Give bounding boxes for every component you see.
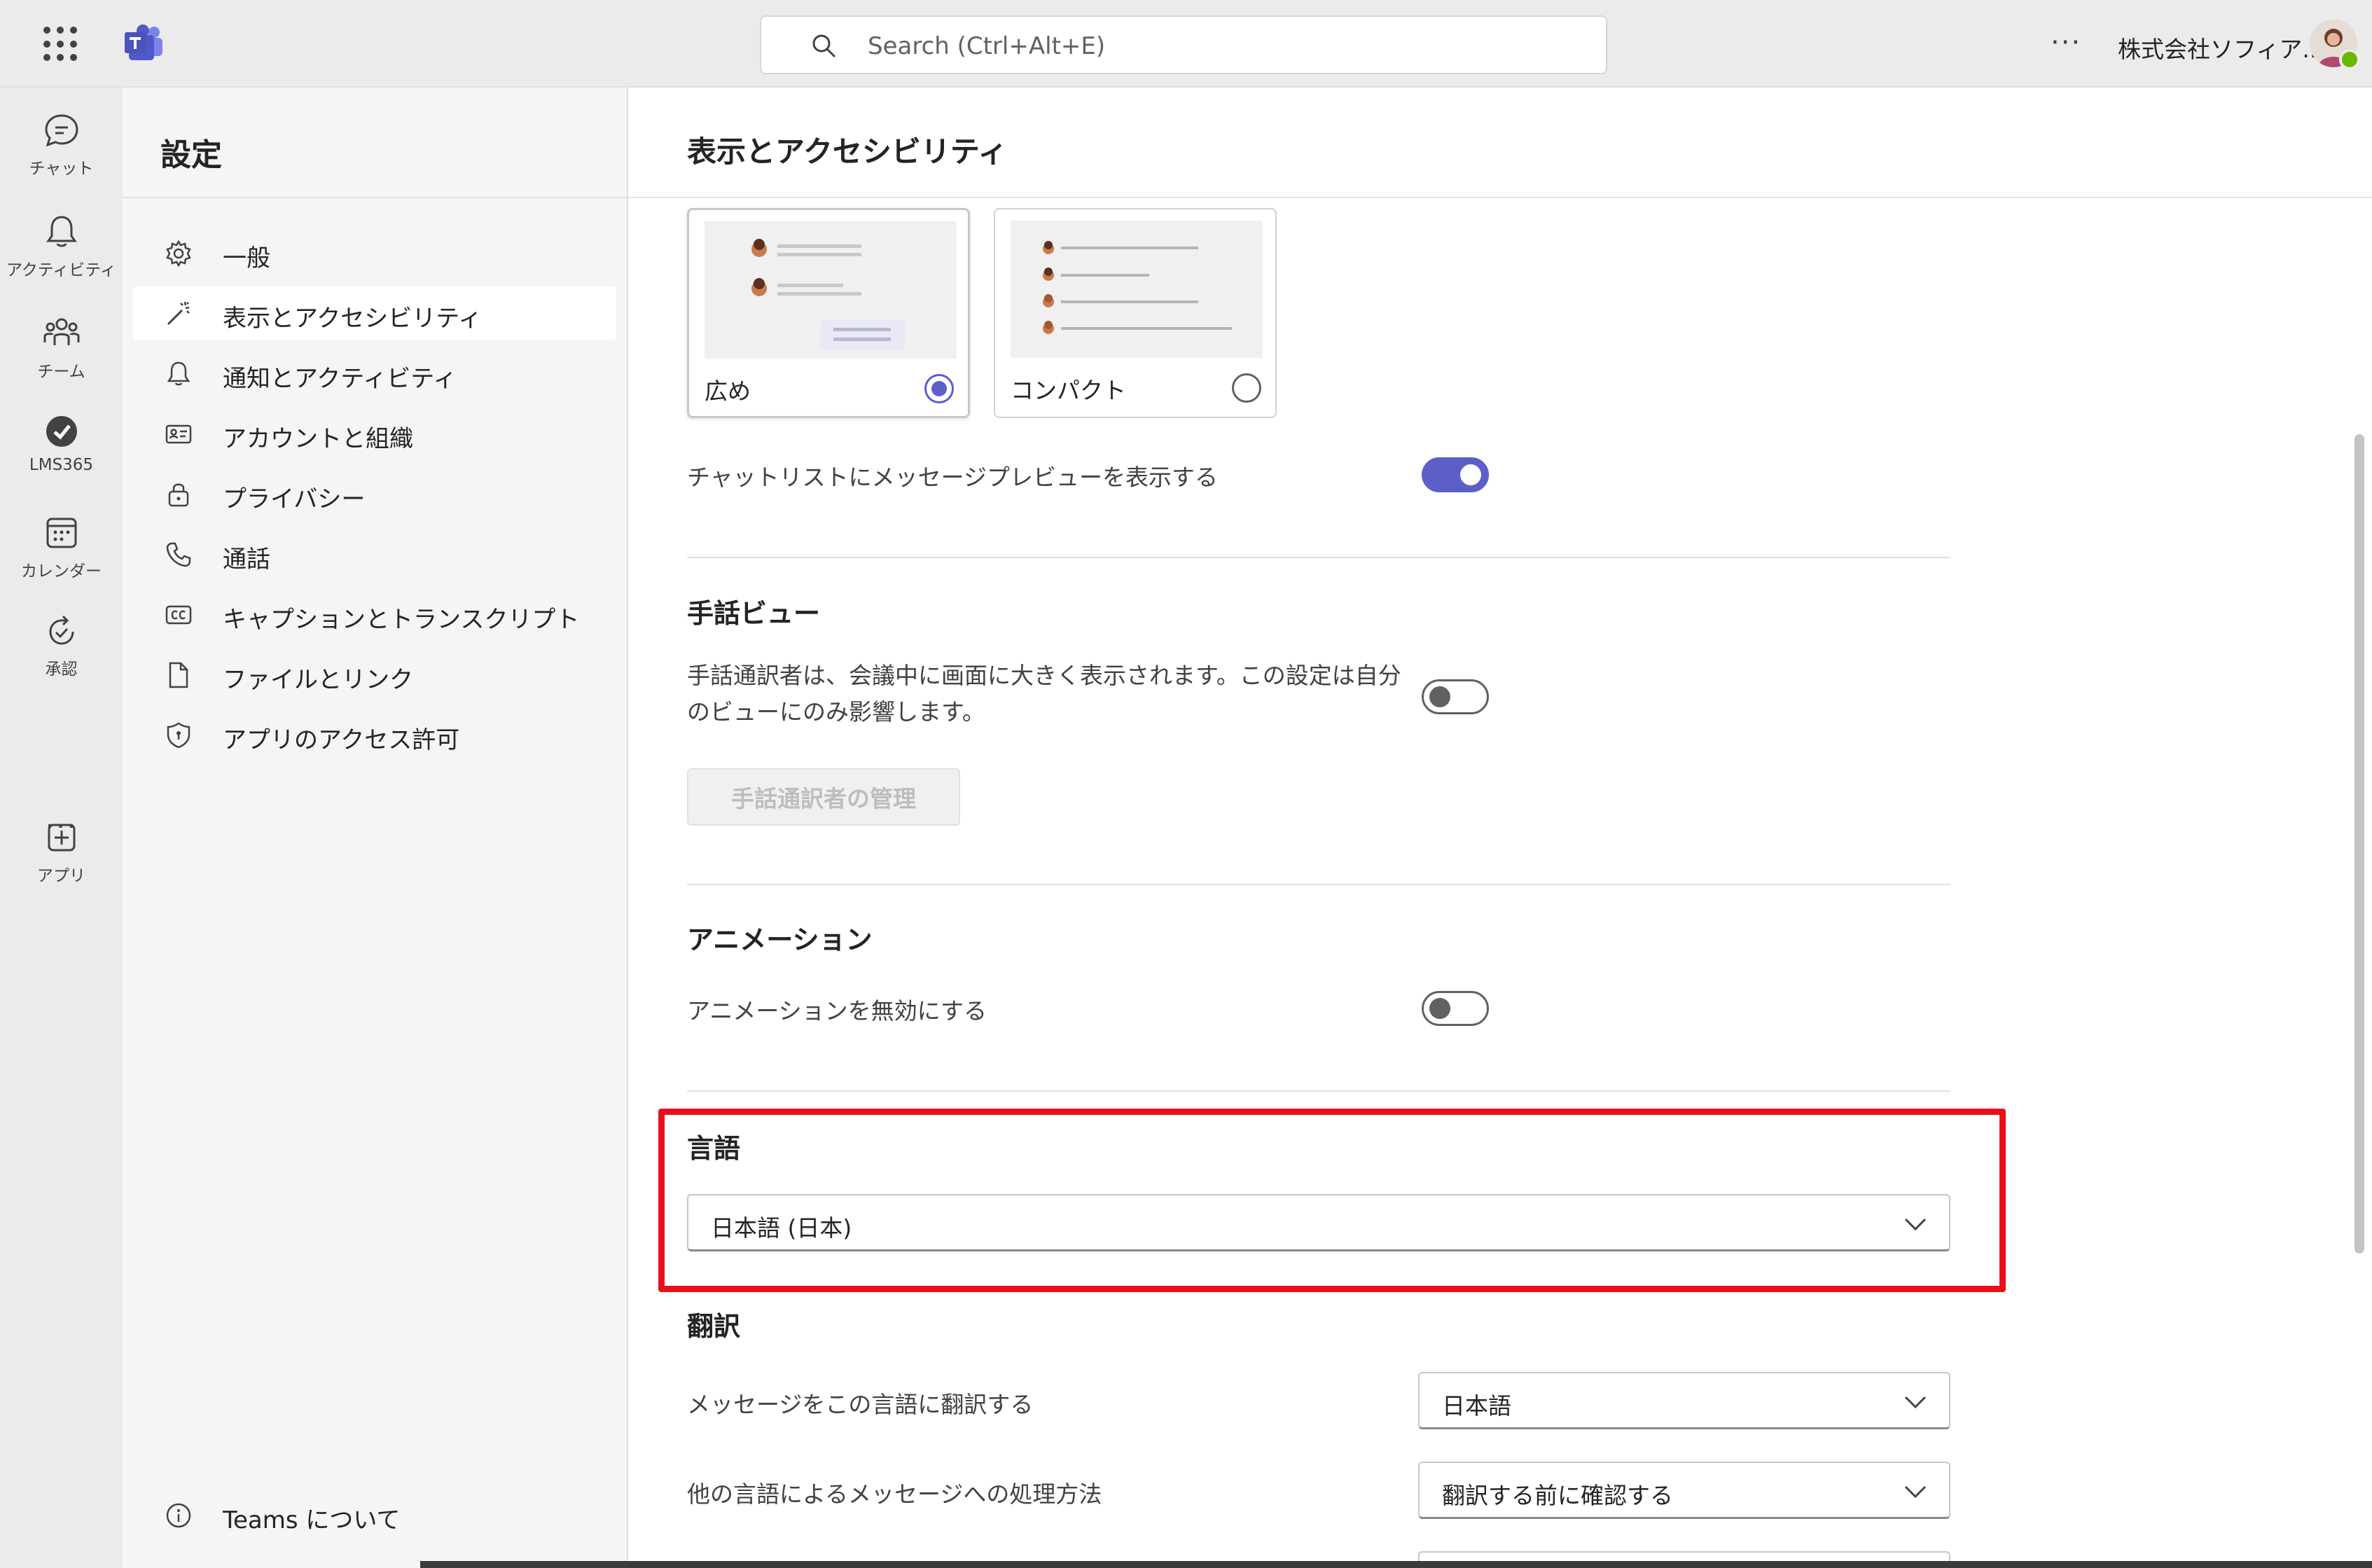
settings-content: 表示とアクセシビリティ 広め コンパクト チャットリストにメッセージプレビューを… xyxy=(628,88,2372,1568)
nav-item-privacy[interactable]: プライバシー xyxy=(133,467,616,520)
rail-label: アクティビティ xyxy=(6,261,117,279)
nav-item-files[interactable]: ファイルとリンク xyxy=(133,648,616,701)
app-rail: チャット アクティビティ チーム LMS365 カレンダー 承認 ··· アプリ xyxy=(0,88,123,1568)
chevron-down-icon xyxy=(1904,1485,1927,1499)
translation-heading: 翻訳 xyxy=(687,1311,741,1342)
sign-language-toggle[interactable] xyxy=(1422,679,1489,714)
divider xyxy=(687,884,1950,885)
sign-language-heading: 手話ビュー xyxy=(687,598,821,629)
highlight-frame xyxy=(658,1109,2006,1292)
teams-icon xyxy=(43,318,79,345)
nav-item-notifications[interactable]: 通知とアクティビティ xyxy=(133,347,616,400)
page-title: 表示とアクセシビリティ xyxy=(687,134,1008,169)
rail-item-chat[interactable]: チャット xyxy=(0,95,123,186)
nav-item-general[interactable]: 一般 xyxy=(133,226,616,279)
about-teams-label: Teams について xyxy=(223,1506,401,1534)
sign-language-description: 手話通訳者は、会議中に画面に大きく表示されます。この設定は自分のビューにのみ影響… xyxy=(687,662,1401,726)
density-option-roomy[interactable]: 広め xyxy=(687,208,970,418)
rail-label: 承認 xyxy=(45,660,78,679)
magic-wand-icon xyxy=(167,301,190,326)
calendar-icon xyxy=(46,518,76,548)
bell-icon xyxy=(167,361,190,386)
bell-icon xyxy=(46,216,77,247)
rail-item-apps[interactable]: アプリ xyxy=(0,802,123,893)
nav-item-label: アプリのアクセス許可 xyxy=(223,726,460,754)
cc-icon xyxy=(165,605,192,625)
rail-item-activity[interactable]: アクティビティ xyxy=(0,196,123,287)
divider xyxy=(687,557,1950,558)
nav-item-label: 通話 xyxy=(223,546,270,574)
rail-item-lms365[interactable]: LMS365 xyxy=(0,396,123,487)
manage-interpreters-button[interactable]: 手話通訳者の管理 xyxy=(687,768,960,826)
about-teams-link[interactable]: Teams について xyxy=(133,1488,616,1541)
rail-label: アプリ xyxy=(37,867,85,885)
nav-item-app-permissions[interactable]: アプリのアクセス許可 xyxy=(133,708,616,761)
nav-item-display-accessibility[interactable]: 表示とアクセシビリティ xyxy=(133,286,616,340)
message-handling-label: 他の言語によるメッセージへの処理方法 xyxy=(687,1480,1102,1508)
nav-item-label: ファイルとリンク xyxy=(223,666,413,694)
search-icon xyxy=(812,34,836,58)
nav-item-label: 表示とアクセシビリティ xyxy=(223,305,483,333)
density-option-label: コンパクト xyxy=(1011,377,1126,404)
nav-item-label: アカウントと組織 xyxy=(223,425,413,453)
lock-icon xyxy=(168,483,189,507)
translate-language-label: メッセージをこの言語に翻訳する xyxy=(687,1391,1034,1418)
translate-language-dropdown[interactable]: 日本語 xyxy=(1418,1372,1950,1429)
top-bar: ··· 株式会社ソフィア... xyxy=(0,0,2372,88)
message-handling-dropdown[interactable]: 翻訳する前に確認する xyxy=(1418,1462,1950,1519)
rail-item-calendar[interactable]: カレンダー xyxy=(0,497,123,588)
teams-logo-icon xyxy=(125,25,162,60)
divider xyxy=(123,197,628,198)
rail-label: LMS365 xyxy=(29,456,94,474)
nav-item-label: プライバシー xyxy=(223,485,366,513)
shield-icon xyxy=(167,722,190,749)
settings-nav: 設定 一般 表示とアクセシビリティ 通知とアクティビティ アカウントと組織 プラ… xyxy=(123,88,628,1568)
nav-item-accounts[interactable]: アカウントと組織 xyxy=(133,407,616,460)
radio-selected-icon[interactable] xyxy=(924,374,954,403)
rail-label: カレンダー xyxy=(21,562,102,581)
presence-available-icon xyxy=(2339,49,2360,70)
message-handling-value: 翻訳する前に確認する xyxy=(1442,1482,1673,1509)
file-icon xyxy=(169,662,188,688)
contact-card-icon xyxy=(165,424,192,444)
chevron-down-icon xyxy=(1904,1396,1927,1409)
bottom-strip xyxy=(420,1561,2372,1568)
chat-preview-toggle[interactable] xyxy=(1422,457,1489,492)
animation-label: アニメーションを無効にする xyxy=(687,997,987,1025)
animation-toggle[interactable] xyxy=(1422,991,1489,1026)
search-input[interactable] xyxy=(868,28,1568,64)
roomy-preview-image xyxy=(705,221,957,359)
nav-item-label: 通知とアクティビティ xyxy=(223,365,457,393)
settings-title: 設定 xyxy=(160,137,222,173)
nav-item-label: キャプションとトランスクリプト xyxy=(223,606,580,634)
approvals-icon xyxy=(48,615,74,645)
nav-item-label: 一般 xyxy=(223,244,270,272)
chat-icon xyxy=(44,114,78,147)
rail-label: チャット xyxy=(29,160,94,178)
compact-preview-image xyxy=(1011,221,1263,358)
animation-heading: アニメーション xyxy=(687,924,873,955)
phone-icon xyxy=(166,542,191,567)
add-app-icon xyxy=(48,824,75,852)
info-icon xyxy=(166,1503,191,1528)
density-option-compact[interactable]: コンパクト xyxy=(994,208,1277,418)
rail-item-teams[interactable]: チーム xyxy=(0,298,123,389)
radio-unselected-icon[interactable] xyxy=(1232,373,1261,403)
divider xyxy=(687,1090,1950,1092)
density-option-label: 広め xyxy=(705,377,751,405)
app-launcher-icon[interactable] xyxy=(43,27,78,62)
lms365-icon xyxy=(46,416,77,447)
translate-language-value: 日本語 xyxy=(1442,1392,1511,1420)
scrollbar[interactable] xyxy=(2354,434,2364,1254)
chat-preview-label: チャットリストにメッセージプレビューを表示する xyxy=(687,464,1219,491)
rail-item-approvals[interactable]: 承認 xyxy=(0,595,123,686)
more-options-icon[interactable]: ··· xyxy=(2051,27,2081,59)
org-name[interactable]: 株式会社ソフィア... xyxy=(2118,31,2324,64)
divider xyxy=(628,197,2372,198)
search-box[interactable] xyxy=(760,15,1607,74)
rail-label: チーム xyxy=(37,363,85,381)
nav-item-captions[interactable]: キャプションとトランスクリプト xyxy=(133,588,616,641)
nav-item-calls[interactable]: 通話 xyxy=(133,527,616,581)
gear-icon xyxy=(166,240,191,268)
